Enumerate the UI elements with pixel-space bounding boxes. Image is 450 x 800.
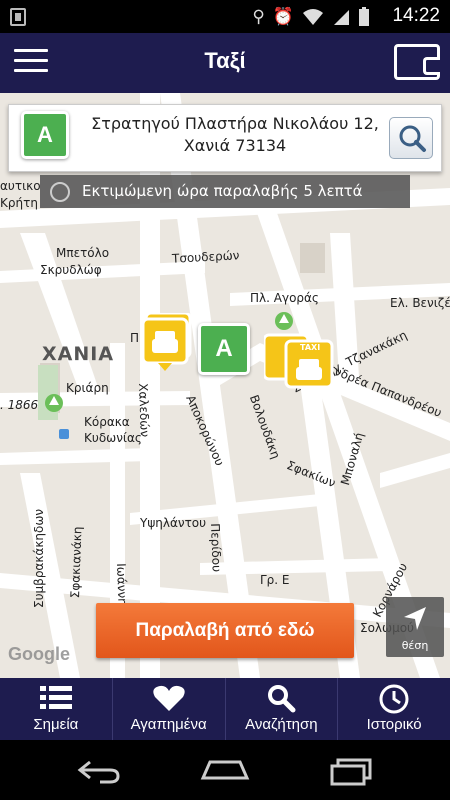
pickup-marker-letter: A bbox=[37, 122, 53, 147]
street-label: Γρ. Ε bbox=[260, 573, 290, 587]
destination-marker-letter: A bbox=[215, 335, 233, 362]
sd-card-icon bbox=[10, 8, 26, 26]
street-label: Κριάρη bbox=[66, 381, 109, 395]
street-label: Υψηλάντου bbox=[140, 516, 207, 530]
destination-marker[interactable]: A bbox=[198, 323, 250, 375]
tab-label: Αγαπημένα bbox=[130, 716, 207, 733]
recent-apps-icon[interactable] bbox=[328, 758, 374, 786]
tab-label: Αναζήτηση bbox=[245, 716, 318, 733]
street-label: Πλ. Αγοράς bbox=[250, 291, 319, 305]
street-label: Μπετόλο bbox=[56, 246, 110, 260]
status-time: 14:22 bbox=[392, 5, 440, 26]
street-label: Κρήτη bbox=[0, 196, 38, 210]
tab-label: Σημεία bbox=[33, 716, 79, 733]
address-card[interactable]: A Στρατηγού Πλαστήρα Νικολάου 12, Χανιά … bbox=[8, 104, 442, 172]
street-label: Σκρυδλώφ bbox=[40, 263, 102, 277]
district-label: ΧΑΝΙΑ bbox=[42, 343, 115, 365]
app-header: Ταξί bbox=[0, 33, 450, 93]
tab-history[interactable]: Ιστορικό bbox=[338, 678, 450, 740]
tab-favorites[interactable]: Αγαπημένα bbox=[113, 678, 226, 740]
location-status-icon: ⚲ bbox=[252, 7, 265, 27]
status-icons: ⚲ ⏰ bbox=[252, 6, 370, 28]
park-icon bbox=[45, 394, 63, 412]
street-label: Συμβρακάκηδων bbox=[32, 508, 46, 608]
pickup-time-text: Εκτιμώμενη ώρα παραλαβής 5 λεπτά bbox=[82, 182, 363, 200]
taxi-label: TAXI bbox=[300, 343, 321, 352]
street-label: Ελ. Βενιζέ bbox=[390, 296, 450, 310]
google-logo: Google bbox=[8, 644, 70, 664]
page-title: Ταξί bbox=[204, 48, 246, 73]
search-icon bbox=[399, 125, 426, 152]
street-label: Σφακιανάκη bbox=[68, 526, 85, 599]
address-search-button[interactable] bbox=[389, 117, 433, 159]
street-label: . 1866 bbox=[0, 398, 39, 412]
street-label: Ιωάννη bbox=[114, 563, 130, 606]
android-nav-bar bbox=[0, 740, 450, 800]
address-line1: Στρατηγού Πλαστήρα Νικολάου 12, bbox=[91, 114, 379, 133]
back-icon[interactable] bbox=[76, 758, 122, 784]
heart-icon bbox=[152, 685, 185, 711]
tab-label: Ιστορικό bbox=[366, 716, 422, 733]
status-bar: ⚲ ⏰ 14:22 bbox=[0, 0, 450, 33]
park-icon bbox=[275, 312, 293, 330]
wifi-icon bbox=[303, 9, 323, 25]
battery-icon bbox=[359, 7, 369, 26]
home-icon[interactable] bbox=[200, 758, 250, 784]
pickup-here-button[interactable]: Παραλαβή από εδώ bbox=[96, 603, 354, 658]
location-label: θέση bbox=[401, 639, 429, 652]
street-label: Κόρακα bbox=[84, 415, 130, 429]
tab-points[interactable]: Σημεία bbox=[0, 678, 113, 740]
pickup-time-notice: Εκτιμώμενη ώρα παραλαβής 5 λεπτά bbox=[40, 175, 410, 208]
tab-search[interactable]: Αναζήτηση bbox=[226, 678, 339, 740]
pickup-marker-icon: A bbox=[21, 111, 69, 159]
street-label: Περίδου bbox=[208, 523, 224, 573]
home-icon bbox=[50, 182, 70, 202]
pickup-address: Στρατηγού Πλαστήρα Νικολάου 12, Χανιά 73… bbox=[85, 113, 385, 157]
wallet-button[interactable] bbox=[394, 44, 440, 80]
navigation-arrow-icon bbox=[404, 607, 426, 630]
street-label: Π bbox=[130, 331, 140, 345]
bottom-tab-bar: Σημεία Αγαπημένα Αναζήτηση Ιστορικό bbox=[0, 678, 450, 740]
search-icon bbox=[268, 685, 296, 713]
history-icon bbox=[379, 684, 409, 714]
street-label: Κυδωνίας bbox=[84, 431, 142, 445]
street-label: Χαλεδών bbox=[136, 383, 152, 438]
my-location-button[interactable]: θέση bbox=[386, 597, 444, 657]
address-line2: Χανιά 73134 bbox=[183, 136, 287, 155]
bus-stop-icon bbox=[59, 429, 69, 439]
street-label: αυτικο bbox=[0, 179, 41, 193]
alarm-icon: ⏰ bbox=[272, 7, 294, 27]
signal-icon bbox=[334, 10, 349, 25]
list-icon bbox=[39, 686, 72, 709]
